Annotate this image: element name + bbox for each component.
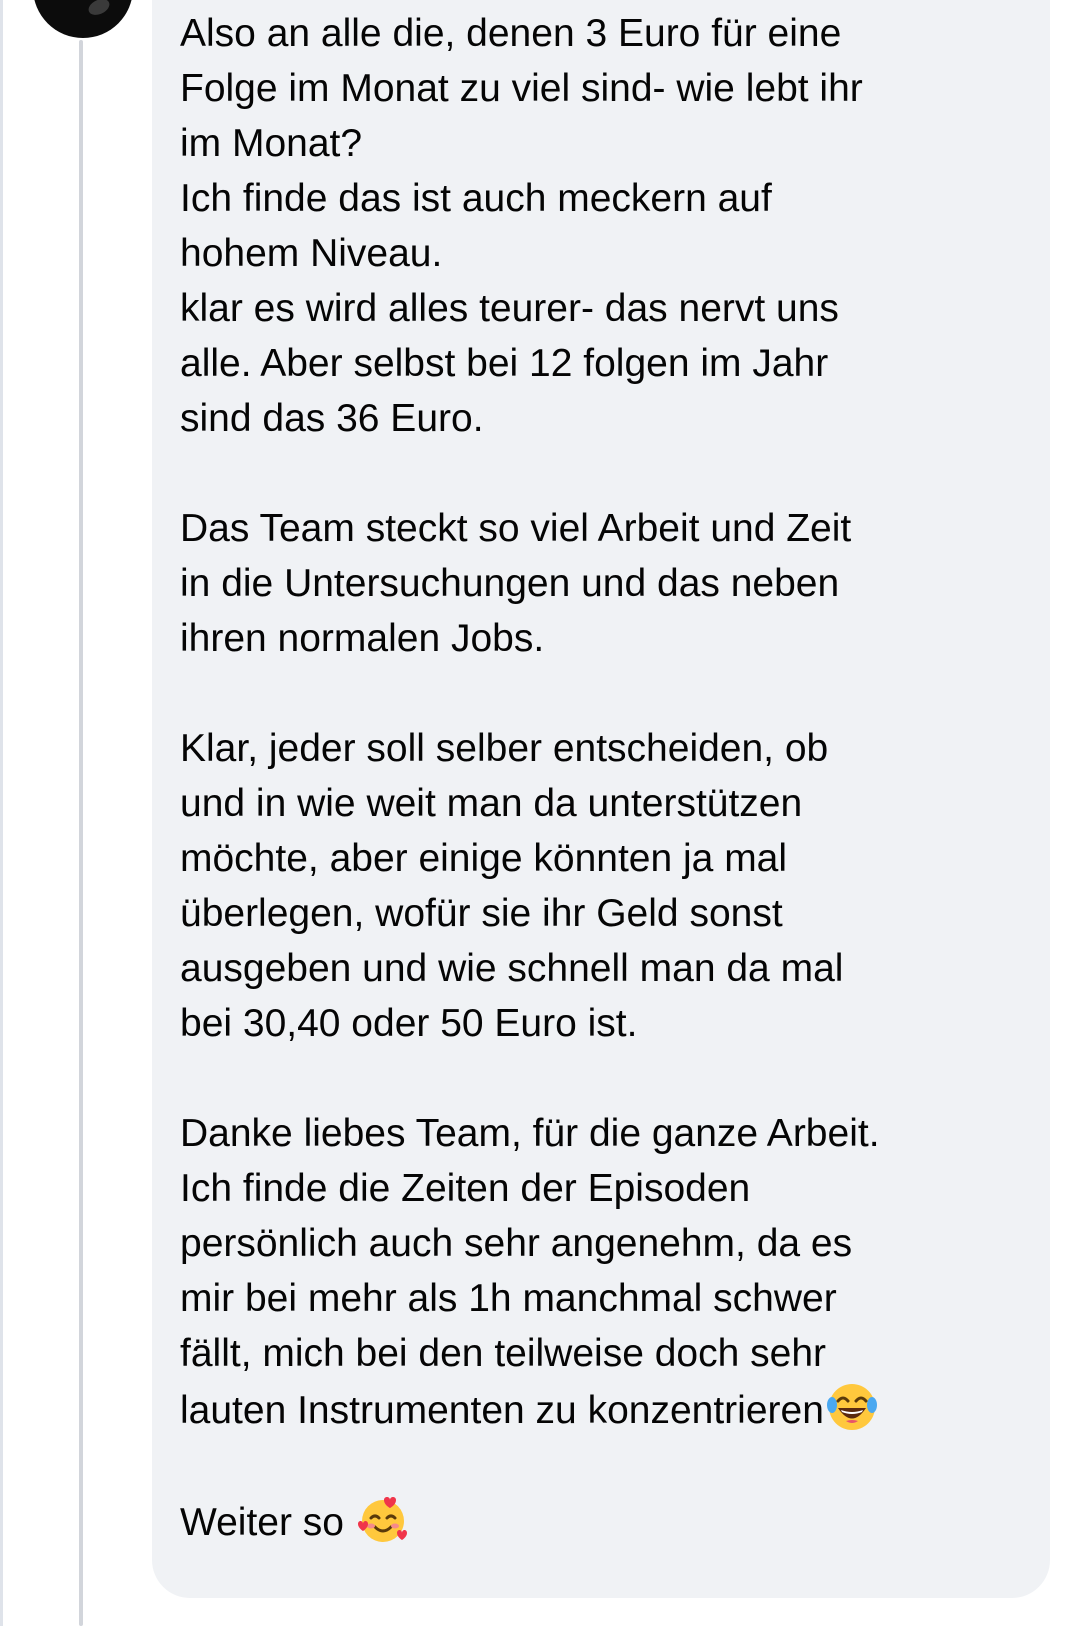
comment-line: bei 30,40 oder 50 Euro ist. <box>180 1002 638 1045</box>
comment-line: Folge im Monat zu viel sind- wie lebt ih… <box>180 67 863 110</box>
comment-paragraph-1: Also an alle die, denen 3 Euro für eine … <box>180 6 1040 446</box>
comment-line: Danke liebes Team, für die ganze Arbeit. <box>180 1112 880 1155</box>
tears-of-joy-emoji <box>826 1381 878 1433</box>
comment-line: möchte, aber einige könnten ja mal <box>180 837 788 880</box>
comment-line: ihren normalen Jobs. <box>180 617 545 660</box>
left-rail <box>0 0 3 1626</box>
comment-line: Also an alle die, denen 3 Euro für eine <box>180 12 842 55</box>
smiling-face-with-hearts-emoji <box>357 1493 409 1545</box>
comment-line: und in wie weit man da unterstützen <box>180 782 803 825</box>
comment-line: ausgeben und wie schnell man da mal <box>180 947 844 990</box>
comment-line: Das Team steckt so viel Arbeit und Zeit <box>180 507 852 550</box>
comment-paragraph-3: Klar, jeder soll selber entscheiden, ob … <box>180 721 1040 1051</box>
comment-line: Ich finde die Zeiten der Episoden <box>180 1167 751 1210</box>
comment-line: alle. Aber selbst bei 12 folgen im Jahr <box>180 342 829 385</box>
commenter-avatar[interactable] <box>33 0 133 38</box>
comment-line: überlegen, wofür sie ihr Geld sonst <box>180 892 783 935</box>
comment-line-with-emoji: Weiter so <box>180 1493 1040 1550</box>
comment-line: hohem Niveau. <box>180 232 443 275</box>
reply-thread-line <box>79 40 83 1626</box>
comment-paragraph-2: Das Team steckt so viel Arbeit und Zeit … <box>180 501 1040 666</box>
comment-line: klar es wird alles teurer- das nervt uns <box>180 287 839 330</box>
comment-paragraph-4: Danke liebes Team, für die ganze Arbeit.… <box>180 1106 1040 1438</box>
comment-line: Ich finde das ist auch meckern auf <box>180 177 772 220</box>
comment-line: Klar, jeder soll selber entscheiden, ob <box>180 727 829 770</box>
comment-line: persönlich auch sehr angenehm, da es <box>180 1222 853 1265</box>
comment-line: in die Untersuchungen und das neben <box>180 562 840 605</box>
comment-paragraph-5: Weiter so <box>180 1493 1040 1550</box>
comment-line: mir bei mehr als 1h manchmal schwer <box>180 1277 837 1320</box>
comment-line: sind das 36 Euro. <box>180 397 484 440</box>
comment-line: fällt, mich bei den teilweise doch sehr <box>180 1332 826 1375</box>
comment-line: im Monat? <box>180 122 363 165</box>
comment-line-with-emoji: lauten Instrumenten zu konzentrieren <box>180 1381 1040 1438</box>
comment-line-text: Weiter so <box>180 1501 355 1544</box>
comment-line-text: lauten Instrumenten zu konzentrieren <box>180 1389 824 1432</box>
avatar-highlight <box>86 0 112 18</box>
comment-text: Also an alle die, denen 3 Euro für eine … <box>180 6 1040 1550</box>
